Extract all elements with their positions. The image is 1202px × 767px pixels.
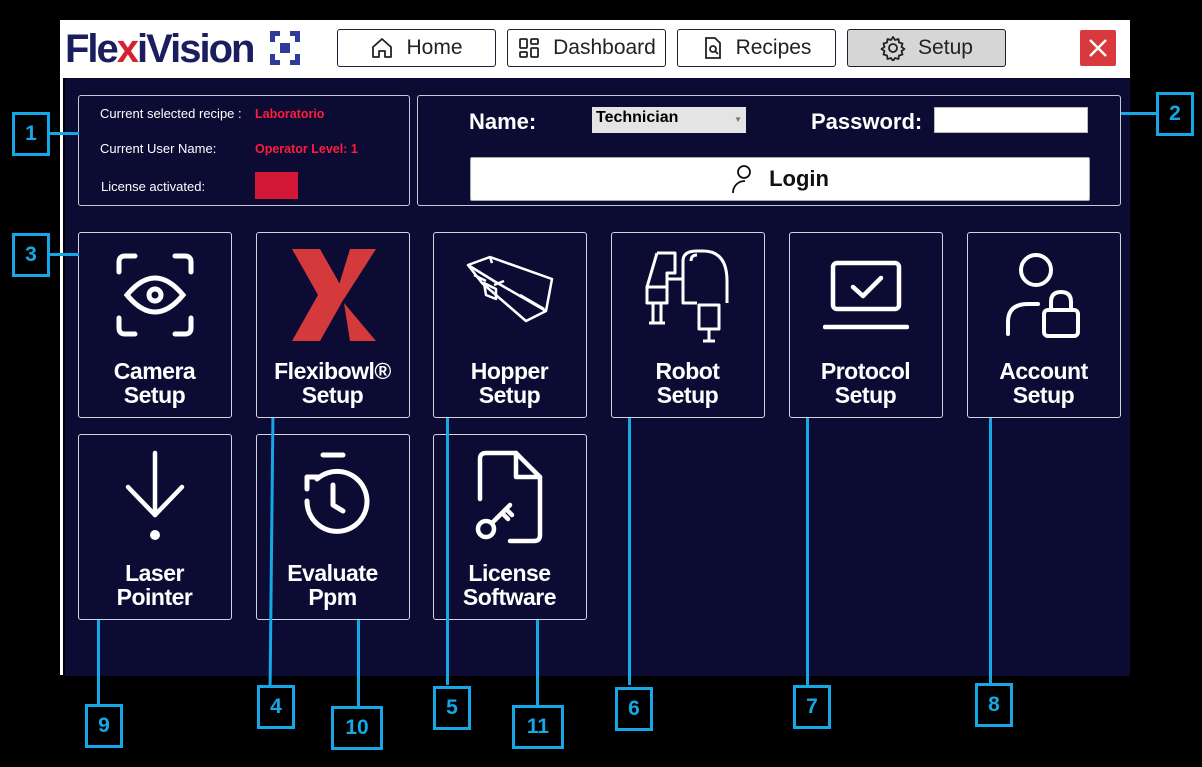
dashboard-button[interactable]: Dashboard [507, 29, 666, 67]
stopwatch-icon [303, 452, 369, 534]
header-bar: FlexiVision Home Dashboard Recipes Setup [62, 20, 1130, 78]
logo-mark-icon [270, 31, 300, 65]
flexivision-logo: FlexiVision [65, 27, 255, 71]
tile-label-line2: Setup [656, 382, 719, 408]
tile-label-line2: Pointer [116, 584, 193, 610]
callout-leader-5 [446, 418, 449, 685]
login-panel: Name: Technician ▼ Password: Login [417, 95, 1121, 206]
callout-7: 7 [793, 685, 831, 729]
gear-icon [880, 36, 906, 61]
callout-leader-8 [989, 418, 992, 685]
protocol-setup-tile[interactable]: Protocol Setup [789, 232, 943, 418]
setup-button[interactable]: Setup [847, 29, 1006, 67]
hopper-icon [466, 255, 553, 323]
callout-9: 9 [85, 704, 123, 748]
name-label: Name: [469, 109, 537, 134]
license-software-tile[interactable]: License Software [433, 434, 587, 620]
setup-label: Setup [918, 36, 973, 59]
setup-panel: Current selected recipe : Laboratorio Cu… [65, 78, 1130, 676]
recipe-value: Laboratorio [255, 107, 325, 121]
recipe-label: Current selected recipe : [100, 106, 242, 121]
callout-2: 2 [1156, 92, 1194, 136]
login-label: Login [769, 166, 829, 191]
recipes-label: Recipes [735, 36, 812, 59]
name-select[interactable]: Technician ▼ [592, 107, 746, 133]
password-field[interactable] [934, 107, 1088, 133]
laser-pointer-icon [125, 450, 184, 540]
callout-leader-11 [536, 620, 539, 705]
home-icon [372, 38, 393, 58]
status-info-panel: Current selected recipe : Laboratorio Cu… [78, 95, 410, 206]
recipes-button[interactable]: Recipes [677, 29, 836, 67]
tile-label-line1: Account [999, 358, 1088, 384]
tile-label-line2: Setup [301, 382, 364, 408]
tile-label-line2: Ppm [308, 584, 357, 610]
stage: FlexiVision Home Dashboard Recipes Setup [0, 0, 1202, 767]
callout-11: 11 [512, 705, 564, 749]
tile-label-line2: Software [462, 584, 557, 610]
user-label: Current User Name: [100, 141, 217, 156]
callout-8: 8 [975, 683, 1013, 727]
flexibowl-logo-icon [291, 249, 376, 341]
callout-5: 5 [433, 686, 471, 730]
laser-pointer-tile[interactable]: Laser Pointer [78, 434, 232, 620]
login-button[interactable]: Login [470, 157, 1090, 201]
robot-arm-icon [645, 249, 728, 343]
license-status-indicator [255, 172, 298, 199]
callout-leader-3 [50, 253, 79, 256]
flexibowl-setup-tile[interactable]: Flexibowl® Setup [256, 232, 410, 418]
user-icon [732, 165, 751, 194]
tile-label-line1: Hopper [470, 358, 549, 384]
tile-label-line1: Flexibowl® [274, 358, 391, 384]
camera-eye-icon [116, 253, 193, 337]
tile-label-line2: Setup [834, 382, 897, 408]
close-icon [1089, 39, 1107, 57]
callout-leader-10 [357, 620, 360, 706]
callout-4: 4 [257, 685, 295, 729]
name-select-value: Technician [596, 109, 679, 126]
callout-leader-6 [628, 418, 631, 685]
callout-3: 3 [12, 233, 50, 277]
user-value: Operator Level: 1 [255, 142, 358, 156]
callout-leader-1 [50, 132, 79, 135]
callout-leader-7 [806, 418, 809, 685]
dashboard-label: Dashboard [553, 36, 656, 59]
tile-label-line2: Setup [1012, 382, 1075, 408]
tile-label-line1: Laser [125, 560, 184, 586]
password-label: Password: [811, 109, 923, 134]
evaluate-ppm-tile[interactable]: Evaluate Ppm [256, 434, 410, 620]
home-button[interactable]: Home [337, 29, 496, 67]
robot-setup-tile[interactable]: Robot Setup [611, 232, 765, 418]
hopper-setup-tile[interactable]: Hopper Setup [433, 232, 587, 418]
license-label: License activated: [101, 179, 206, 194]
tile-label-line1: Camera [113, 358, 196, 384]
close-button[interactable] [1080, 30, 1116, 66]
account-setup-tile[interactable]: Account Setup [967, 232, 1121, 418]
callout-leader-9 [97, 620, 100, 704]
tile-label-line1: Robot [655, 358, 720, 384]
camera-setup-tile[interactable]: Camera Setup [78, 232, 232, 418]
home-label: Home [406, 36, 463, 59]
callout-10: 10 [331, 706, 383, 750]
tile-label-line1: License [468, 560, 551, 586]
window-left-edge [60, 20, 63, 675]
tile-label-line1: Evaluate [287, 560, 378, 586]
callout-1: 1 [12, 112, 50, 156]
callout-leader-2 [1121, 112, 1157, 115]
recipes-icon [704, 37, 721, 59]
file-key-icon [475, 450, 542, 544]
tile-label-line2: Setup [123, 382, 186, 408]
chevron-down-icon: ▼ [734, 115, 742, 124]
tile-label-line2: Setup [478, 382, 541, 408]
user-lock-icon [1005, 253, 1080, 338]
laptop-check-icon [822, 260, 909, 330]
tile-label-line1: Protocol [820, 358, 911, 384]
dashboard-icon [519, 38, 540, 58]
callout-6: 6 [615, 687, 653, 731]
